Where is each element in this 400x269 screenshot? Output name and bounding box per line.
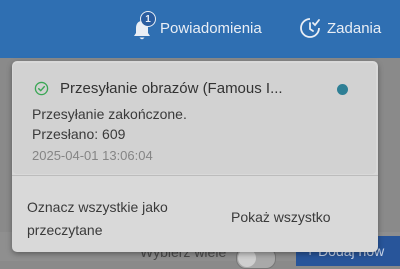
unread-indicator	[337, 84, 348, 95]
clock-check-icon	[300, 18, 320, 38]
notification-detail: Przesłano: 609	[32, 126, 126, 142]
bell-icon: 1	[130, 11, 156, 41]
notification-message: Przesyłanie zakończone.	[32, 106, 187, 122]
tasks-label: Zadania	[327, 19, 382, 37]
notification-timestamp: 2025-04-01 13:06:04	[32, 148, 153, 163]
tasks-button[interactable]: Zadania	[299, 14, 381, 42]
notification-title: Przesyłanie obrazów (Famous I...	[60, 80, 283, 97]
notification-count-badge: 1	[140, 11, 156, 27]
notifications-button[interactable]: 1 Powiadomienia	[130, 11, 262, 42]
divider	[12, 175, 378, 176]
show-all-link[interactable]: Pokaż wszystko	[231, 209, 331, 225]
check-circle-icon	[34, 81, 49, 96]
mark-all-read-link[interactable]: Oznacz wszystkie jako przeczytane	[27, 196, 187, 242]
notifications-label: Powiadomienia	[160, 19, 262, 37]
